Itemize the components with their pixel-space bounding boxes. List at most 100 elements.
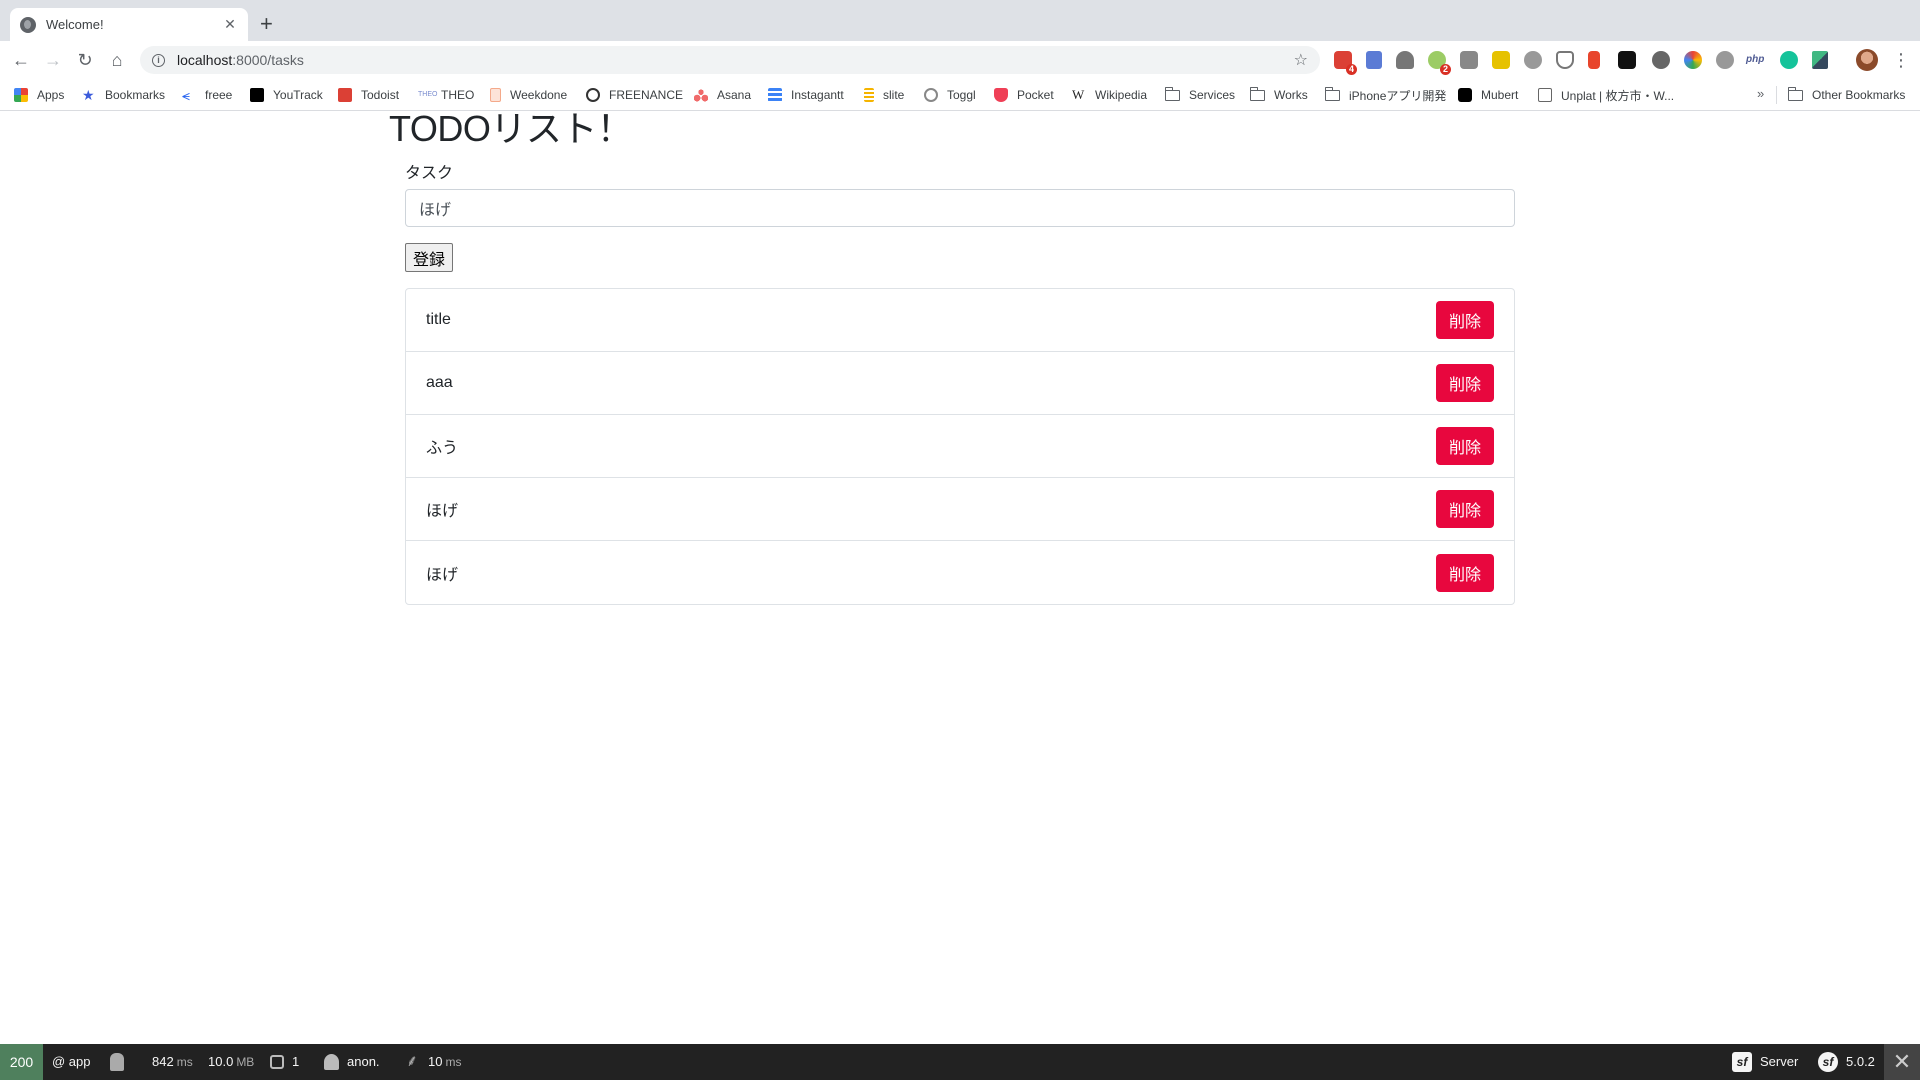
yellow-extension-icon[interactable]: [1492, 51, 1510, 69]
reload-icon[interactable]: ↻: [74, 49, 96, 71]
bookmark-bookmarks[interactable]: ★ Bookmarks: [82, 86, 165, 104]
user-icon: [324, 1054, 339, 1070]
home-icon[interactable]: ⌂: [106, 49, 128, 71]
symfony-version-panel[interactable]: sf 5.0.2: [1818, 1044, 1875, 1080]
bookmarks-divider: [1776, 86, 1777, 104]
close-toolbar-icon[interactable]: ✕: [1884, 1044, 1920, 1080]
youtrack-icon: [250, 88, 264, 102]
todoist-extension-icon[interactable]: 4: [1334, 51, 1357, 75]
task-name: ふう: [426, 440, 459, 457]
bookmark-folder-services[interactable]: Services: [1164, 86, 1236, 104]
time-panel[interactable]: 842 ms: [152, 1044, 193, 1080]
tab-strip: Welcome! ✕ +: [0, 0, 1920, 41]
extension-badge: 2: [1439, 64, 1451, 75]
folder-icon: [1164, 86, 1180, 101]
pocket-extension-icon[interactable]: [1556, 51, 1574, 69]
bookmark-todoist[interactable]: Todoist: [338, 86, 399, 104]
bookmark-label: Services: [1189, 88, 1236, 102]
jetbrains-extension-icon[interactable]: [1618, 51, 1636, 69]
bookmark-toggl[interactable]: Toggl: [924, 86, 976, 104]
folder-icon: [1787, 86, 1803, 101]
color-wheel-extension-icon[interactable]: [1684, 51, 1702, 69]
bookmark-freee[interactable]: ⪪ freee: [182, 86, 232, 104]
time-unit: ms: [176, 1055, 193, 1069]
ghost-shape: [110, 1053, 124, 1071]
bookmark-slite[interactable]: slite: [864, 86, 904, 104]
bookmark-freenance[interactable]: FREENANCE: [586, 86, 683, 104]
profile-avatar[interactable]: [1856, 49, 1878, 71]
bookmark-apps[interactable]: Apps: [14, 86, 64, 104]
task-list: title 削除 aaa 削除 ふう 削除 ほげ 削除 ほげ 削除: [405, 288, 1515, 605]
other-bookmarks-folder[interactable]: Other Bookmarks: [1787, 86, 1905, 104]
unplat-icon: [1538, 88, 1552, 102]
bookmark-folder-works[interactable]: Works: [1249, 86, 1308, 104]
bookmark-label: Unplat | 枚方市・W...: [1561, 88, 1675, 103]
bolt-extension-icon[interactable]: [1716, 51, 1734, 69]
twig-panel[interactable]: ⸙ 10 ms: [406, 1044, 461, 1080]
bookmarks-overflow-chevron-icon[interactable]: »: [1757, 86, 1764, 101]
mubert-icon: [1458, 88, 1472, 102]
security-panel[interactable]: anon.: [324, 1044, 380, 1080]
bookmark-youtrack[interactable]: YouTrack: [250, 86, 323, 104]
toggl-extension-icon[interactable]: [1524, 51, 1542, 69]
bookmark-wikipedia[interactable]: W Wikipedia: [1072, 86, 1147, 104]
delete-button[interactable]: 削除: [1436, 427, 1494, 465]
register-button[interactable]: 登録: [405, 243, 453, 272]
url-host: localhost: [177, 52, 233, 68]
bookmark-folder-iphone[interactable]: iPhoneアプリ開発: [1324, 86, 1447, 104]
route-name[interactable]: @ app: [52, 1044, 91, 1080]
task-item: title 削除: [406, 289, 1514, 352]
lock-extension-icon[interactable]: [1588, 51, 1600, 69]
task-name: title: [426, 311, 451, 328]
requests-panel[interactable]: 1: [270, 1044, 299, 1080]
delete-button[interactable]: 削除: [1436, 301, 1494, 339]
vue-devtools-icon[interactable]: [1812, 51, 1828, 69]
weekdone-icon: [490, 88, 501, 102]
bookmark-unplat[interactable]: Unplat | 枚方市・W...: [1538, 86, 1674, 104]
close-tab-icon[interactable]: ✕: [222, 16, 238, 33]
delete-button[interactable]: 削除: [1436, 364, 1494, 402]
info-icon[interactable]: i: [152, 53, 165, 67]
bookmark-label: Pocket: [1017, 88, 1054, 102]
task-input[interactable]: [405, 189, 1515, 227]
drive-extension-icon[interactable]: [1396, 51, 1414, 69]
back-arrow-icon[interactable]: ←: [10, 49, 32, 71]
screen-extension-icon[interactable]: [1366, 51, 1382, 69]
bookmarks-bar: Apps ★ Bookmarks ⪪ freee YouTrack Todoist …: [0, 79, 1920, 111]
freee-icon: ⪪: [182, 87, 190, 103]
bookmark-label: Works: [1274, 88, 1308, 102]
grammarly-extension-icon[interactable]: [1780, 51, 1798, 69]
bookmark-star-icon[interactable]: ☆: [1294, 50, 1308, 70]
browser-tab[interactable]: Welcome! ✕: [10, 8, 248, 41]
theo-icon: THEO: [418, 91, 438, 98]
address-bar[interactable]: i localhost:8000/tasks ☆: [140, 46, 1320, 74]
forward-arrow-icon[interactable]: →: [42, 49, 64, 71]
symfony-version: 5.0.2: [1846, 1054, 1875, 1069]
more-menu-icon[interactable]: ⋮: [1892, 50, 1910, 71]
bookmark-theo[interactable]: THEO THEO: [418, 86, 474, 104]
ghost-icon[interactable]: [110, 1044, 132, 1080]
bookmark-label: FREENANCE: [609, 88, 684, 102]
bookmark-asana[interactable]: Asana: [694, 86, 751, 104]
requests-count: 1: [292, 1054, 300, 1069]
server-panel[interactable]: sf Server: [1732, 1044, 1798, 1080]
bulb-extension-icon[interactable]: 2: [1428, 51, 1451, 75]
bookmark-mubert[interactable]: Mubert: [1458, 86, 1518, 104]
delete-button[interactable]: 削除: [1436, 553, 1494, 592]
php-extension-icon[interactable]: php: [1746, 51, 1764, 69]
memory-panel[interactable]: 10.0 MB: [208, 1044, 254, 1080]
stack-extension-icon[interactable]: [1460, 51, 1478, 69]
bookmark-pocket[interactable]: Pocket: [994, 86, 1054, 104]
gear-extension-icon[interactable]: [1652, 51, 1670, 69]
apps-grid-icon: [14, 88, 28, 102]
bookmark-label: iPhoneアプリ開発: [1349, 88, 1447, 103]
bookmark-weekdone[interactable]: Weekdone: [490, 86, 567, 104]
todoist-icon: [338, 88, 352, 102]
bookmark-label: Asana: [717, 88, 752, 102]
delete-button[interactable]: 削除: [1436, 490, 1494, 528]
bookmark-label: Todoist: [361, 88, 400, 102]
bookmark-instagantt[interactable]: Instagantt: [768, 86, 844, 104]
status-code-badge[interactable]: 200: [0, 1044, 43, 1080]
new-tab-button[interactable]: +: [260, 12, 273, 36]
pocket-icon: [994, 88, 1008, 102]
